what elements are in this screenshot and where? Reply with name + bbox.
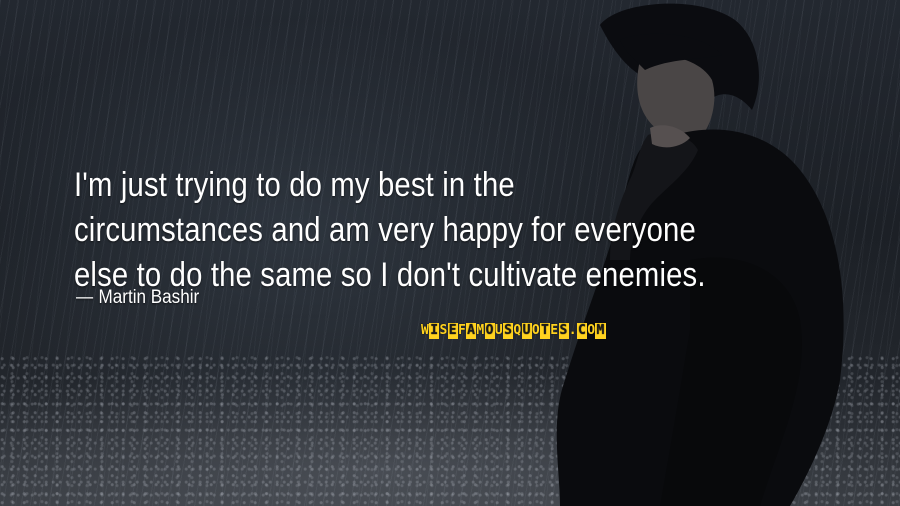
- watermark-letter: O: [587, 323, 596, 338]
- watermark-letter: I: [429, 323, 440, 339]
- quote-author: — Martin Bashir: [76, 287, 199, 309]
- watermark-letter: O: [531, 323, 541, 338]
- watermark-letter: S: [503, 323, 514, 339]
- watermark-letter: T: [540, 323, 551, 339]
- watermark-letter: A: [466, 323, 477, 339]
- quote-line: circumstances and am very happy for ever…: [74, 211, 696, 249]
- watermark-text: WISEFAMOUSQUOTES.COM: [421, 323, 606, 339]
- watermark-letter: U: [521, 323, 532, 339]
- author-name: Martin Bashir: [98, 287, 200, 308]
- watermark-letter: C: [576, 323, 588, 339]
- quote-line: I'm just trying to do my best in the: [74, 166, 515, 204]
- watermark-letter: W: [421, 323, 430, 338]
- watermark-letter: .: [568, 323, 577, 338]
- watermark-letter: O: [484, 323, 495, 339]
- watermark-letter: S: [558, 323, 569, 339]
- watermark-letter: Q: [513, 323, 522, 338]
- watermark-letter: E: [550, 323, 559, 338]
- watermark-letter: E: [447, 323, 458, 339]
- watermark-letter: M: [476, 323, 485, 338]
- quote-text: I'm just trying to do my best in the cir…: [74, 163, 745, 298]
- watermark-letter: F: [457, 323, 467, 338]
- watermark-logo: WISEFAMOUSQUOTES.COM: [421, 323, 606, 339]
- watermark-letter: S: [439, 323, 448, 338]
- watermark-letter: M: [595, 323, 606, 339]
- quote-card: I'm just trying to do my best in the cir…: [0, 0, 900, 506]
- watermark-letter: U: [494, 323, 504, 338]
- author-dash: —: [76, 287, 94, 308]
